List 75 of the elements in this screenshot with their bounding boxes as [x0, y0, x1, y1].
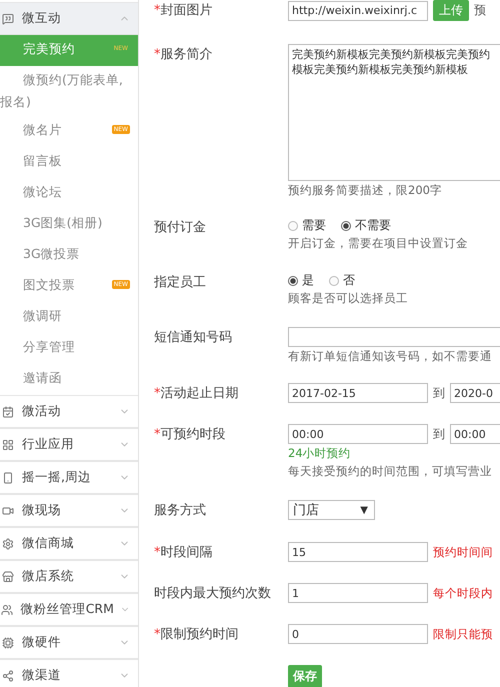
url-field[interactable]: http://weixin.weixinrj.c — [288, 0, 428, 20]
menu-group[interactable]: 微活动 — [0, 395, 138, 428]
menu-item[interactable]: 邀请函 — [0, 364, 138, 395]
input-field[interactable] — [288, 327, 500, 347]
hint-text: 24小时预约 — [288, 445, 352, 462]
range-separator: 到 — [433, 426, 445, 442]
required-mark: * — [154, 385, 160, 403]
field-label: 时段间隔 — [160, 544, 212, 562]
calendar-icon — [2, 406, 14, 418]
menu-item[interactable]: 3G图集(相册) — [0, 209, 138, 240]
radio-button[interactable] — [329, 276, 339, 286]
input-field[interactable]: 2020-0 — [450, 383, 500, 403]
menu-item[interactable]: 微预约(万能表单,报名) — [0, 66, 138, 116]
field-label: 可预约时段 — [160, 426, 226, 444]
required-mark: * — [154, 46, 160, 64]
radio-button[interactable] — [341, 220, 351, 230]
hint-text: 每个时段内 — [433, 586, 493, 600]
field-label: 活动起止日期 — [160, 385, 238, 403]
menu-group[interactable]: 微信商城 — [0, 527, 138, 560]
radio-label: 否 — [343, 272, 355, 289]
menu-group[interactable]: 摇一摇,周边 — [0, 461, 138, 494]
menu-item[interactable]: 留言板 — [0, 147, 138, 178]
radio-label: 是 — [302, 272, 314, 289]
field-label: 预付订金 — [154, 219, 206, 237]
input-field[interactable]: 0 — [288, 624, 428, 644]
hint-text: 顾客是否可以选择员工 — [288, 290, 408, 307]
input-field[interactable]: 00:00 — [288, 424, 428, 444]
hint-text: 限制只能预 — [433, 626, 493, 642]
required-mark: * — [154, 626, 160, 644]
range-separator: 到 — [433, 384, 445, 402]
field-label: 封面图片 — [160, 2, 212, 20]
menu-group[interactable]: 微现场 — [0, 494, 138, 527]
radio-button[interactable] — [288, 220, 298, 230]
speech-icon — [2, 12, 14, 24]
menu-group[interactable]: 微硬件 — [0, 626, 138, 659]
preview-link[interactable]: 预 — [474, 2, 486, 19]
radio-button[interactable] — [288, 276, 298, 286]
phone-icon — [2, 472, 14, 484]
menu-group[interactable]: 行业应用 — [0, 428, 138, 461]
hint-text: 预约时间间 — [433, 544, 493, 560]
share-icon — [2, 670, 14, 682]
input-field[interactable]: 1 — [288, 583, 428, 603]
hint-text: 开启订金，需要在项目中设置订金 — [288, 235, 468, 252]
menu-item[interactable]: 3G微投票 — [0, 240, 138, 271]
menu-item[interactable]: 分享管理 — [0, 333, 138, 364]
required-mark: * — [154, 544, 160, 562]
radio-label: 需要 — [302, 217, 326, 234]
field-label: 服务方式 — [154, 502, 206, 520]
field-label: 时段内最大预约次数 — [154, 585, 271, 603]
hint-text: 预约服务简要描述，限200字 — [288, 182, 443, 199]
select-field[interactable]: 门店 ▼ — [288, 500, 375, 520]
users-icon — [1, 604, 14, 616]
menu-group[interactable]: 微粉丝管理CRM — [0, 593, 138, 626]
field-label: 限制预约时间 — [160, 626, 238, 644]
hint-text: 每天接受预约的时间范围，可填写营业 — [288, 463, 493, 480]
input-field[interactable]: 15 — [288, 542, 428, 562]
hint-text: 有新订单短信通知该号码，如不需要通 — [288, 348, 493, 365]
field-label: 短信通知号码 — [154, 329, 232, 347]
field-label: 服务简介 — [160, 46, 212, 64]
chip-icon — [2, 636, 14, 648]
video-icon — [2, 504, 14, 516]
menu-group[interactable]: 微互动 — [0, 2, 138, 35]
input-field[interactable]: 00:00 — [450, 424, 500, 444]
input-field[interactable]: 2017-02-15 — [288, 383, 428, 403]
required-mark: * — [154, 426, 160, 444]
field-label: 指定员工 — [154, 274, 206, 292]
settings-icon — [2, 538, 14, 550]
menu-group[interactable]: 微店系统 — [0, 560, 138, 593]
menu-item[interactable]: 微论坛 — [0, 178, 138, 209]
menu-item[interactable]: 微调研 — [0, 302, 138, 333]
store-icon — [2, 570, 14, 582]
description-field[interactable]: 完美预约新模板完美预约新模板完美预约 模板完美预约新模板完美预约新模板 — [288, 44, 500, 181]
required-mark: * — [154, 2, 160, 20]
radio-label: 不需要 — [355, 217, 391, 234]
grid-icon — [2, 438, 14, 450]
